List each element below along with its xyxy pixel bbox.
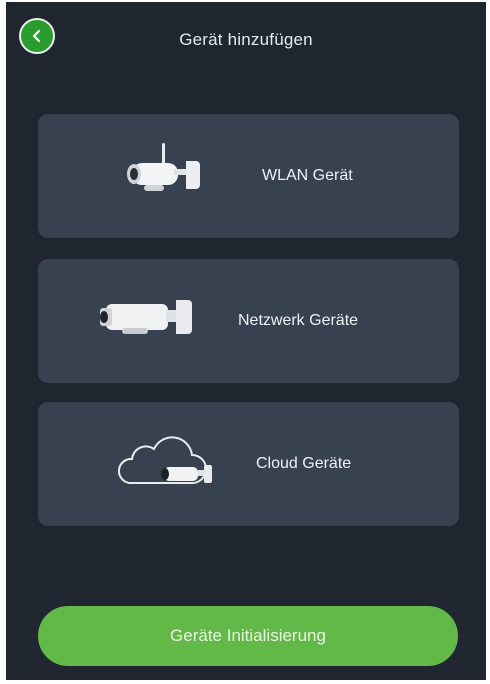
wlan-device-option[interactable]: WLAN Gerät (38, 114, 459, 238)
header-bar: Gerät hinzufügen (6, 2, 486, 82)
wlan-device-label: WLAN Gerät (262, 167, 353, 184)
cloud-devices-label: Cloud Geräte (256, 455, 352, 472)
app-screen: Gerät hinzufügen WLAN Gerät Netzwerk Ger (6, 2, 486, 680)
cloud-devices-option[interactable]: Cloud Geräte (38, 402, 459, 526)
device-initialization-button[interactable]: Geräte Initialisierung (38, 606, 458, 666)
network-devices-option[interactable]: Netzwerk Geräte (38, 259, 459, 383)
network-bullet-camera-icon (100, 300, 192, 334)
page-title: Gerät hinzufügen (179, 30, 313, 49)
wifi-bullet-camera-icon (127, 143, 200, 191)
network-devices-label: Netzwerk Geräte (238, 312, 359, 329)
cloud-camera-icon (118, 436, 212, 484)
